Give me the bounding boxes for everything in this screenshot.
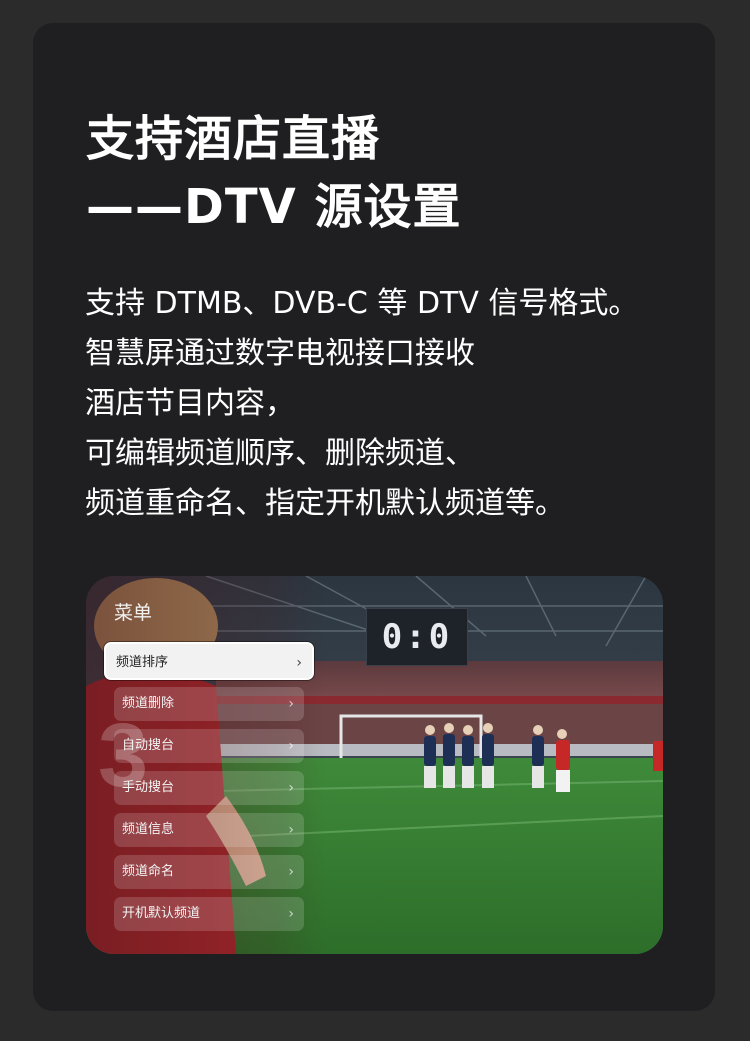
- chevron-right-icon: ›: [288, 738, 294, 754]
- chevron-right-icon: ›: [288, 822, 294, 838]
- feature-description: 支持 DTMB、DVB-C 等 DTV 信号格式。 智慧屏通过数字电视接口接收 …: [85, 279, 638, 529]
- description-line: 支持 DTMB、DVB-C 等 DTV 信号格式。: [85, 286, 639, 321]
- description-line: 酒店节目内容，: [85, 386, 295, 421]
- tv-menu-panel: 菜单 频道排序 › 频道删除 › 自动搜台 › 手动搜台 › 频道信息 › 频道…: [86, 576, 326, 954]
- menu-item-label: 手动搜台: [122, 780, 175, 795]
- chevron-right-icon: ›: [288, 864, 294, 880]
- menu-item-label: 频道排序: [116, 655, 169, 670]
- menu-item-channel-sort[interactable]: 频道排序 ›: [104, 642, 314, 680]
- menu-title: 菜单: [114, 602, 153, 624]
- title-line-2: ——DTV 源设置: [86, 179, 462, 235]
- description-line: 智慧屏通过数字电视接口接收: [85, 336, 475, 371]
- menu-item-auto-search[interactable]: 自动搜台 ›: [114, 729, 304, 763]
- feature-card: 支持酒店直播 ——DTV 源设置 支持 DTMB、DVB-C 等 DTV 信号格…: [33, 23, 715, 1011]
- menu-item-label: 自动搜台: [122, 738, 175, 753]
- menu-item-channel-info[interactable]: 频道信息 ›: [114, 813, 304, 847]
- menu-item-manual-search[interactable]: 手动搜台 ›: [114, 771, 304, 805]
- menu-item-label: 频道删除: [122, 696, 175, 711]
- scoreboard: 0:0: [366, 608, 468, 666]
- menu-item-label: 频道命名: [122, 864, 175, 879]
- menu-item-channel-delete[interactable]: 频道删除 ›: [114, 687, 304, 721]
- chevron-right-icon: ›: [288, 696, 294, 712]
- chevron-right-icon: ›: [288, 906, 294, 922]
- description-line: 可编辑频道顺序、删除频道、: [85, 436, 475, 471]
- chevron-right-icon: ›: [288, 780, 294, 796]
- tv-screen-preview: 3 0:0 菜单 频道排序 › 频道删除 › 自动搜台 › 手动搜台 › 频道信…: [86, 576, 663, 954]
- menu-item-channel-rename[interactable]: 频道命名 ›: [114, 855, 304, 889]
- menu-item-label: 开机默认频道: [122, 906, 201, 921]
- menu-item-label: 频道信息: [122, 822, 175, 837]
- page-title: 支持酒店直播 ——DTV 源设置: [86, 105, 461, 241]
- title-line-1: 支持酒店直播: [86, 111, 381, 167]
- menu-item-default-channel[interactable]: 开机默认频道 ›: [114, 897, 304, 931]
- chevron-right-icon: ›: [296, 655, 302, 671]
- description-line: 频道重命名、指定开机默认频道等。: [85, 486, 565, 521]
